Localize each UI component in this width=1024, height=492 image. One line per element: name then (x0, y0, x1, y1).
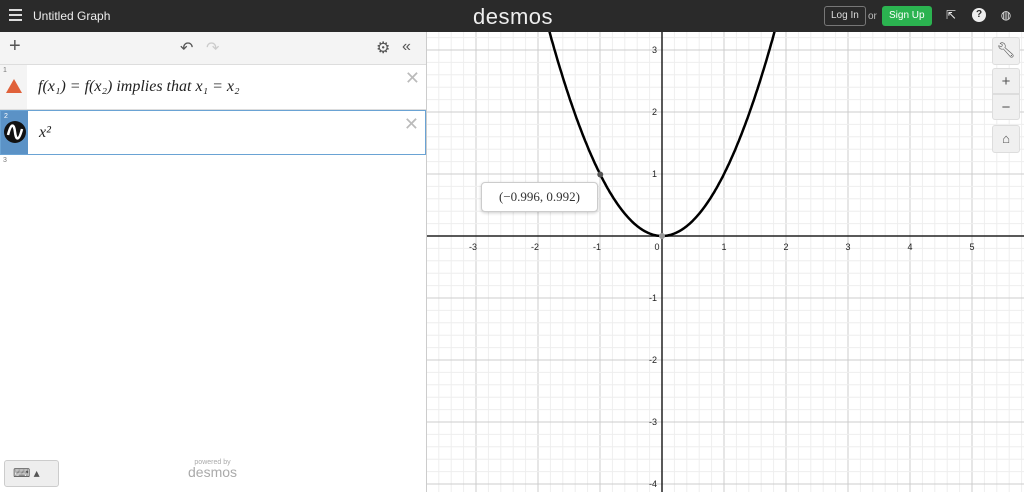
share-icon[interactable]: ⇱ (944, 8, 958, 22)
powered-by: powered by desmos (188, 459, 237, 480)
x-tick-label: 4 (907, 242, 912, 252)
expression-number: 3 (0, 155, 27, 165)
expression-row-empty[interactable]: 3 (0, 155, 426, 165)
delete-expression-icon[interactable]: ✕ (404, 114, 419, 135)
y-tick-label: -2 (649, 355, 657, 365)
x-tick-label: -3 (469, 242, 477, 252)
undo-icon[interactable]: ↶ (180, 38, 193, 58)
zoom-in-button[interactable]: + (992, 68, 1020, 94)
zoom-out-button[interactable]: − (992, 94, 1020, 120)
help-icon[interactable]: ? (972, 8, 986, 22)
collapse-panel-icon[interactable]: « (402, 38, 411, 56)
warning-icon[interactable] (6, 79, 22, 93)
top-bar: Untitled Graph desmos Log In or Sign Up … (0, 0, 1024, 32)
y-tick-label: -3 (649, 417, 657, 427)
settings-gear-icon[interactable]: ⚙ (376, 38, 390, 58)
expression-text[interactable]: x² (39, 124, 51, 142)
expression-panel: + ↶ ↷ ⚙ « 1 f(x₁) = f(x₂) implies that x… (0, 32, 427, 492)
graph-canvas[interactable]: -3 -2 -1 0 1 2 3 4 5 3 2 1 -1 -2 -3 -4 (427, 32, 1024, 492)
x-tick-label: 2 (783, 242, 788, 252)
redo-icon[interactable]: ↷ (206, 38, 219, 58)
traced-point (597, 171, 604, 178)
y-tick-label: -4 (649, 479, 657, 489)
y-tick-label: 2 (652, 107, 657, 117)
graph-settings-wrench-icon[interactable]: 🔧︎ (992, 37, 1020, 65)
expression-text[interactable]: f(x₁) = f(x₂) implies that x₁ = x₂ (38, 78, 240, 96)
delete-expression-icon[interactable]: ✕ (405, 68, 420, 89)
x-tick-label: -2 (531, 242, 539, 252)
expression-row[interactable]: 1 f(x₁) = f(x₂) implies that x₁ = x₂ ✕ (0, 65, 426, 110)
menu-icon[interactable] (9, 9, 22, 21)
x-tick-label: 1 (721, 242, 726, 252)
expression-toolbar: + ↶ ↷ ⚙ « (0, 32, 426, 65)
point-coordinate-label: (−0.996, 0.992) (481, 182, 598, 212)
x-tick-label: 5 (969, 242, 974, 252)
home-icon[interactable]: ⌂ (992, 125, 1020, 153)
or-label: or (868, 11, 877, 22)
add-icon[interactable]: + (9, 35, 21, 58)
keyboard-toggle-button[interactable]: ⌨ ▴ (4, 460, 59, 487)
powered-by-brand: desmos (188, 464, 238, 480)
x-tick-label: 3 (845, 242, 850, 252)
expression-row[interactable]: 2 x² ✕ (0, 110, 426, 155)
y-tick-label: 3 (652, 45, 657, 55)
graph-title[interactable]: Untitled Graph (33, 9, 110, 23)
globe-icon[interactable]: ◍ (999, 8, 1013, 22)
desmos-logo: desmos (473, 4, 554, 29)
x-tick-label: 0 (654, 242, 659, 252)
y-tick-label: 1 (652, 169, 657, 179)
wave-icon[interactable] (4, 121, 26, 143)
y-tick-label: -1 (649, 293, 657, 303)
signup-button[interactable]: Sign Up (882, 6, 932, 26)
origin-point (659, 233, 665, 239)
x-tick-label: -1 (593, 242, 601, 252)
login-button[interactable]: Log In (824, 6, 866, 26)
